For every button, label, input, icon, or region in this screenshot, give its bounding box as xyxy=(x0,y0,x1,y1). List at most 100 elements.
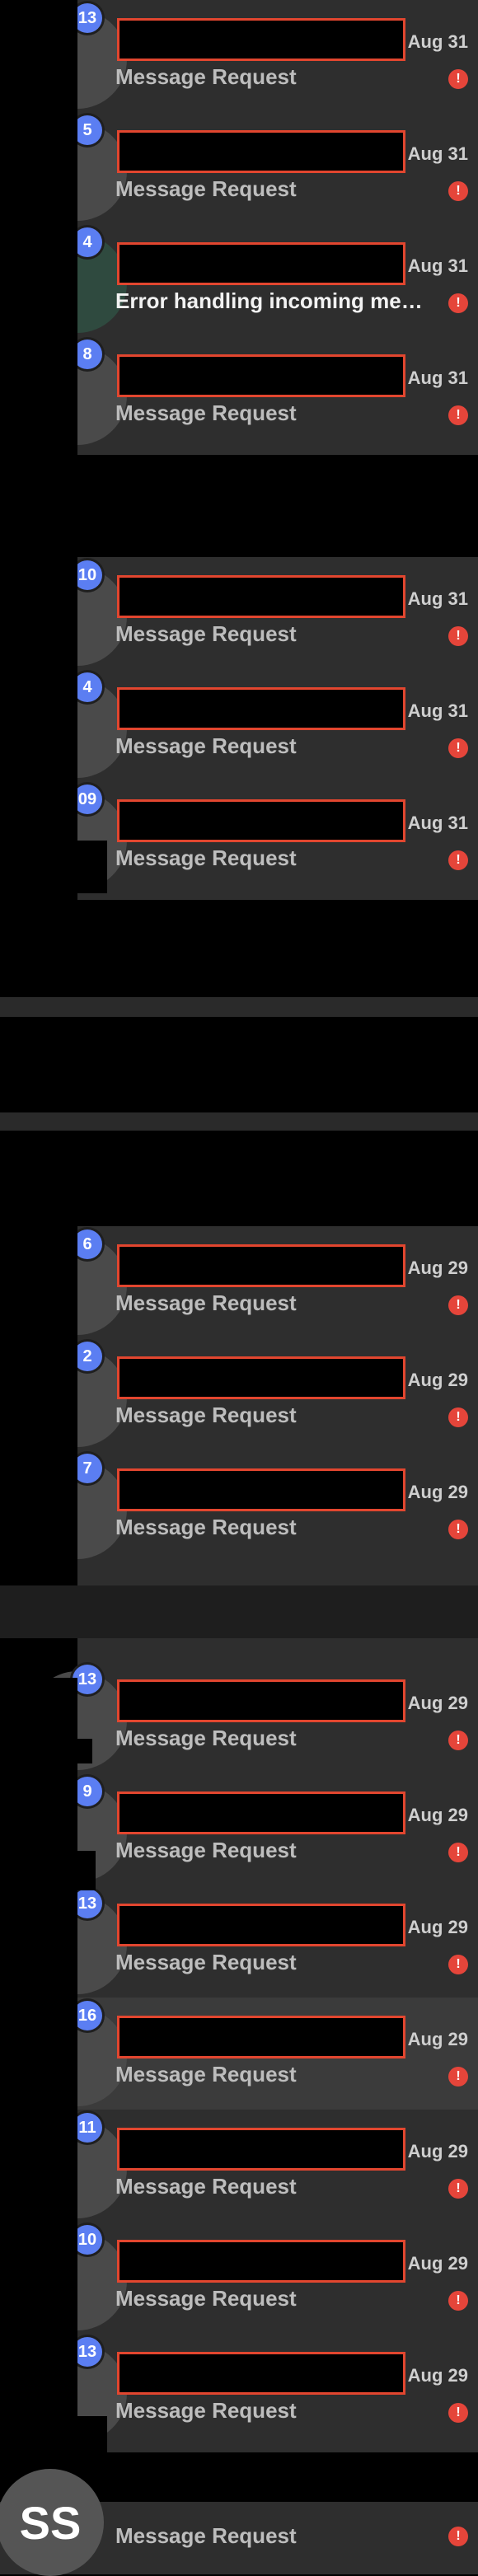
conversation-item[interactable]: 7 Aug 29 Message Request ! xyxy=(28,1450,478,1562)
conversation-date: Aug 31 xyxy=(407,31,468,52)
conversation-group-2: 10 Aug 31 Message Request ! 4 Aug 31 Mes… xyxy=(28,557,478,900)
alert-circle-icon: ! xyxy=(448,1295,468,1315)
conversation-date: Aug 31 xyxy=(407,255,468,276)
redacted-contact-name xyxy=(117,1679,405,1722)
conversation-item[interactable]: 6 Aug 29 Message Request ! xyxy=(28,1226,478,1338)
conversation-item[interactable]: 09 Aug 31 Message Request ! xyxy=(28,781,478,893)
alert-circle-icon: ! xyxy=(448,850,468,870)
conversation-item[interactable]: 4 Aug 31 Message Request ! xyxy=(28,669,478,781)
redacted-contact-name xyxy=(117,2352,405,2395)
conversation-preview: Message Request xyxy=(115,2174,297,2199)
redaction-block xyxy=(77,841,107,893)
conversation-preview: Message Request xyxy=(115,845,297,870)
conversation-date: Aug 31 xyxy=(407,813,468,833)
conversation-preview: Message Request xyxy=(115,1403,297,1427)
alert-circle-icon: ! xyxy=(448,181,468,201)
conversation-preview: Message Request xyxy=(115,2062,297,2087)
conversation-preview: Message Request xyxy=(115,400,297,425)
alert-circle-icon: ! xyxy=(448,738,468,758)
conversation-preview: Message Request xyxy=(115,1515,297,1539)
alert-circle-icon: ! xyxy=(448,2291,468,2311)
conversation-date: Aug 29 xyxy=(407,2141,468,2161)
conversation-item[interactable]: 13 Aug 29 Message Request ! xyxy=(28,2334,478,2446)
redacted-contact-name xyxy=(117,242,405,285)
alert-circle-icon: ! xyxy=(448,2067,468,2087)
conversation-item-partial[interactable]: SS Message Request ! xyxy=(0,2469,478,2576)
conversation-item[interactable]: 13 Aug 29 Message Request ! xyxy=(28,1885,478,1998)
conversation-item[interactable]: 13 Aug 31 Message Request ! xyxy=(28,0,478,112)
conversation-preview: Message Request xyxy=(115,176,297,201)
alert-circle-icon: ! xyxy=(448,2527,468,2546)
conversation-item[interactable]: 4 Aug 31 Error handling incoming mess...… xyxy=(28,224,478,336)
conversation-item-highlighted[interactable]: 16 Aug 29 Message Request ! xyxy=(28,1998,478,2110)
conversation-date: Aug 29 xyxy=(407,2365,468,2386)
redacted-contact-name xyxy=(117,1468,405,1511)
redacted-contact-name xyxy=(117,687,405,730)
conversation-item[interactable]: 2 Aug 29 Message Request ! xyxy=(28,1338,478,1450)
conversation-date: Aug 29 xyxy=(407,2029,468,2049)
redacted-contact-name xyxy=(117,1904,405,1946)
conversation-date: Aug 31 xyxy=(407,143,468,164)
alert-circle-icon: ! xyxy=(448,1520,468,1539)
conversation-item[interactable]: 8 Aug 31 Message Request ! xyxy=(28,336,478,448)
redaction-block xyxy=(77,1851,96,1890)
conversation-date: Aug 29 xyxy=(407,1693,468,1713)
redaction-block xyxy=(0,0,77,1005)
alert-circle-icon: ! xyxy=(448,1407,468,1427)
alert-circle-icon: ! xyxy=(448,405,468,425)
alert-circle-icon: ! xyxy=(448,1731,468,1750)
alert-circle-icon: ! xyxy=(448,626,468,646)
conversation-preview: Message Request xyxy=(115,2398,297,2423)
redacted-contact-name xyxy=(117,1356,405,1399)
redacted-contact-name xyxy=(117,2240,405,2283)
redacted-contact-name xyxy=(117,575,405,618)
redaction-block xyxy=(0,1131,478,1226)
redaction-block xyxy=(0,1226,77,1585)
redacted-contact-name xyxy=(117,1244,405,1287)
redacted-contact-name xyxy=(117,2016,405,2058)
redaction-block xyxy=(0,1017,478,1112)
redaction-block xyxy=(77,2416,107,2456)
avatar: SS xyxy=(0,2469,104,2576)
conversation-preview: Message Request xyxy=(115,1726,297,1750)
redacted-contact-name xyxy=(117,2128,405,2171)
section-divider xyxy=(0,1585,478,1638)
conversation-item[interactable]: 11 Aug 29 Message Request ! xyxy=(28,2110,478,2222)
conversation-item[interactable]: 10 Aug 29 Message Request ! xyxy=(28,2222,478,2334)
conversation-group-3: 6 Aug 29 Message Request ! 2 Aug 29 Mess… xyxy=(28,1226,478,1585)
conversation-preview: Message Request xyxy=(115,1838,297,1862)
conversation-group-4: 13 Aug 29 Message Request ! 9 Aug 29 Mes… xyxy=(28,1638,478,2452)
conversation-item[interactable]: 10 Aug 31 Message Request ! xyxy=(28,557,478,669)
conversation-preview: Message Request xyxy=(115,733,297,758)
redaction-block xyxy=(0,1678,77,2469)
conversation-preview: Message Request xyxy=(115,1290,297,1315)
conversation-date: Aug 31 xyxy=(407,368,468,388)
conversation-date: Aug 29 xyxy=(407,2253,468,2274)
conversation-item[interactable]: 5 Aug 31 Message Request ! xyxy=(28,112,478,224)
conversation-preview: Message Request xyxy=(115,621,297,646)
conversation-date: Aug 29 xyxy=(407,1482,468,1502)
redacted-contact-name xyxy=(117,18,405,61)
conversation-date: Aug 29 xyxy=(407,1917,468,1937)
conversation-preview: Message Request xyxy=(115,2523,297,2548)
alert-circle-icon: ! xyxy=(448,2179,468,2199)
conversation-date: Aug 31 xyxy=(407,588,468,609)
redacted-contact-name xyxy=(117,130,405,173)
redacted-contact-name xyxy=(117,354,405,397)
conversation-preview: Message Request xyxy=(115,64,297,89)
alert-circle-icon: ! xyxy=(448,1955,468,1974)
conversation-error-preview: Error handling incoming mess... xyxy=(115,288,429,313)
section-divider xyxy=(0,997,478,1017)
conversation-item[interactable]: 13 Aug 29 Message Request ! xyxy=(28,1661,478,1773)
section-divider xyxy=(0,1112,478,1131)
conversation-date: Aug 29 xyxy=(407,1258,468,1278)
conversation-preview: Message Request xyxy=(115,2286,297,2311)
redaction-block xyxy=(77,1739,92,1763)
conversation-preview: Message Request xyxy=(115,1950,297,1974)
conversation-date: Aug 29 xyxy=(407,1805,468,1825)
conversation-date: Aug 31 xyxy=(407,700,468,721)
alert-circle-icon: ! xyxy=(448,69,468,89)
conversation-item[interactable]: 9 Aug 29 Message Request ! xyxy=(28,1773,478,1885)
alert-circle-icon: ! xyxy=(448,1843,468,1862)
conversation-date: Aug 29 xyxy=(407,1370,468,1390)
